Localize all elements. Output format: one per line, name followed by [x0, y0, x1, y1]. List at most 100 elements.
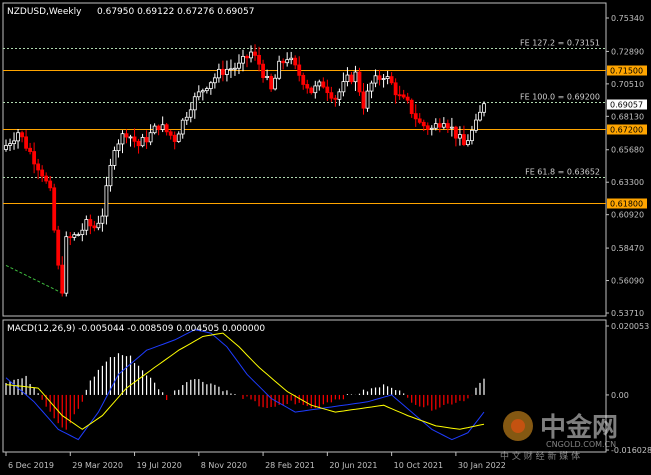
candle-body — [36, 163, 41, 171]
fibonacci-level-label: FE 127.2 = 0.73151 — [520, 39, 600, 48]
candle-body — [40, 169, 45, 177]
candle — [249, 45, 253, 63]
chart-header-ohlc: 0.67950 0.69122 0.67276 0.69057 — [97, 7, 254, 17]
candle — [257, 46, 261, 72]
candle-body — [48, 180, 53, 189]
candle-body — [253, 51, 257, 56]
candle-body — [237, 62, 241, 69]
candle — [64, 231, 69, 297]
candle-body — [317, 81, 322, 87]
candle-body — [457, 134, 462, 139]
macd-header: MACD(12,26,9) -0.005044 -0.008509 0.0045… — [7, 324, 265, 334]
fibonacci-level-label: FE 100.0 = 0.69200 — [520, 93, 600, 102]
candle-body — [12, 140, 16, 145]
candle-body — [132, 136, 137, 142]
chart-header-symbol: NZDUSD,Weekly — [7, 7, 82, 17]
candle — [453, 125, 458, 147]
candle — [8, 138, 12, 151]
candle — [269, 73, 274, 92]
candle — [425, 122, 430, 135]
candle — [148, 124, 153, 146]
candle — [241, 49, 245, 72]
candle-body — [136, 140, 141, 147]
candle — [373, 69, 378, 88]
candle — [204, 86, 209, 94]
candle-body — [8, 143, 12, 146]
candle — [369, 80, 374, 99]
candle — [445, 119, 450, 133]
time-tick-label: 10 Oct 2021 — [394, 461, 443, 470]
candle-body — [76, 234, 81, 236]
candle-body — [16, 132, 20, 142]
candle — [466, 134, 470, 147]
candle — [377, 69, 382, 86]
candle-body — [321, 81, 326, 88]
watermark-brand: 中金网 — [540, 412, 618, 443]
level-lines: FE 127.2 = 0.73151 FE 100.0 = 0.69200 FE 6… — [3, 39, 647, 209]
candle-body — [257, 54, 261, 65]
price-tick-label: 0.53710 — [611, 309, 644, 318]
candle — [449, 117, 454, 137]
candle-body — [409, 99, 414, 115]
candle-body — [297, 64, 302, 76]
macd-histogram — [5, 353, 485, 430]
candle — [309, 86, 314, 95]
time-axis: 6 Dec 2019 29 Mar 2020 19 Jul 2020 8 Nov 20… — [5, 452, 506, 470]
current-price-tag-text: 0.69057 — [610, 101, 643, 110]
candle-body — [192, 96, 197, 111]
candle — [136, 138, 141, 154]
candle — [80, 223, 85, 242]
candle — [32, 142, 37, 174]
candle-body — [92, 225, 97, 229]
price-tick-label: 0.75340 — [611, 14, 644, 23]
candle — [120, 130, 125, 154]
candle-body — [208, 82, 213, 89]
candle-body — [329, 92, 334, 99]
candle-body — [261, 63, 265, 78]
candle-body — [116, 143, 121, 151]
candle-body — [345, 74, 350, 83]
candle — [253, 44, 257, 61]
candle-body — [204, 88, 209, 92]
candle-body — [385, 76, 390, 79]
candle — [176, 131, 181, 143]
time-tick-label: 8 Nov 2020 — [201, 461, 247, 470]
candle-body — [28, 147, 33, 152]
candle-body — [397, 94, 402, 97]
candle-body — [453, 126, 458, 139]
candle-body — [313, 85, 318, 94]
candle — [16, 129, 20, 149]
candle-body — [478, 111, 482, 121]
candle — [237, 54, 241, 75]
candle — [245, 54, 249, 68]
macd-tick-label: -0.016028 — [611, 446, 651, 455]
candle-body — [20, 132, 24, 138]
candle-body — [293, 57, 298, 66]
candle — [112, 146, 117, 170]
candle-body — [389, 76, 394, 84]
price-tick-label: 0.58470 — [611, 244, 644, 253]
candle-body — [72, 234, 77, 238]
candle-body — [277, 60, 282, 79]
candle-body — [196, 91, 201, 98]
candle — [417, 113, 422, 125]
candle-body — [281, 60, 286, 64]
candle — [297, 56, 302, 82]
candle — [341, 72, 346, 97]
candle-body — [445, 123, 450, 129]
candle-body — [441, 123, 446, 128]
candle — [233, 62, 237, 76]
candle-body — [482, 103, 486, 113]
watermark-domain: CNGOLD.COM.CN — [546, 440, 616, 449]
macd-main-line — [5, 329, 485, 441]
level-price-tag-text: 0.67200 — [610, 126, 643, 135]
candle-body — [180, 119, 185, 135]
candle-body — [462, 134, 466, 146]
candle — [84, 215, 89, 236]
candle-body — [160, 124, 165, 130]
candle-body — [269, 75, 274, 90]
candle-body — [229, 68, 233, 71]
watermark-tagline: 中 文 财 经 新 媒 体 — [500, 450, 580, 462]
candle-body — [333, 97, 338, 100]
candle — [285, 52, 290, 67]
